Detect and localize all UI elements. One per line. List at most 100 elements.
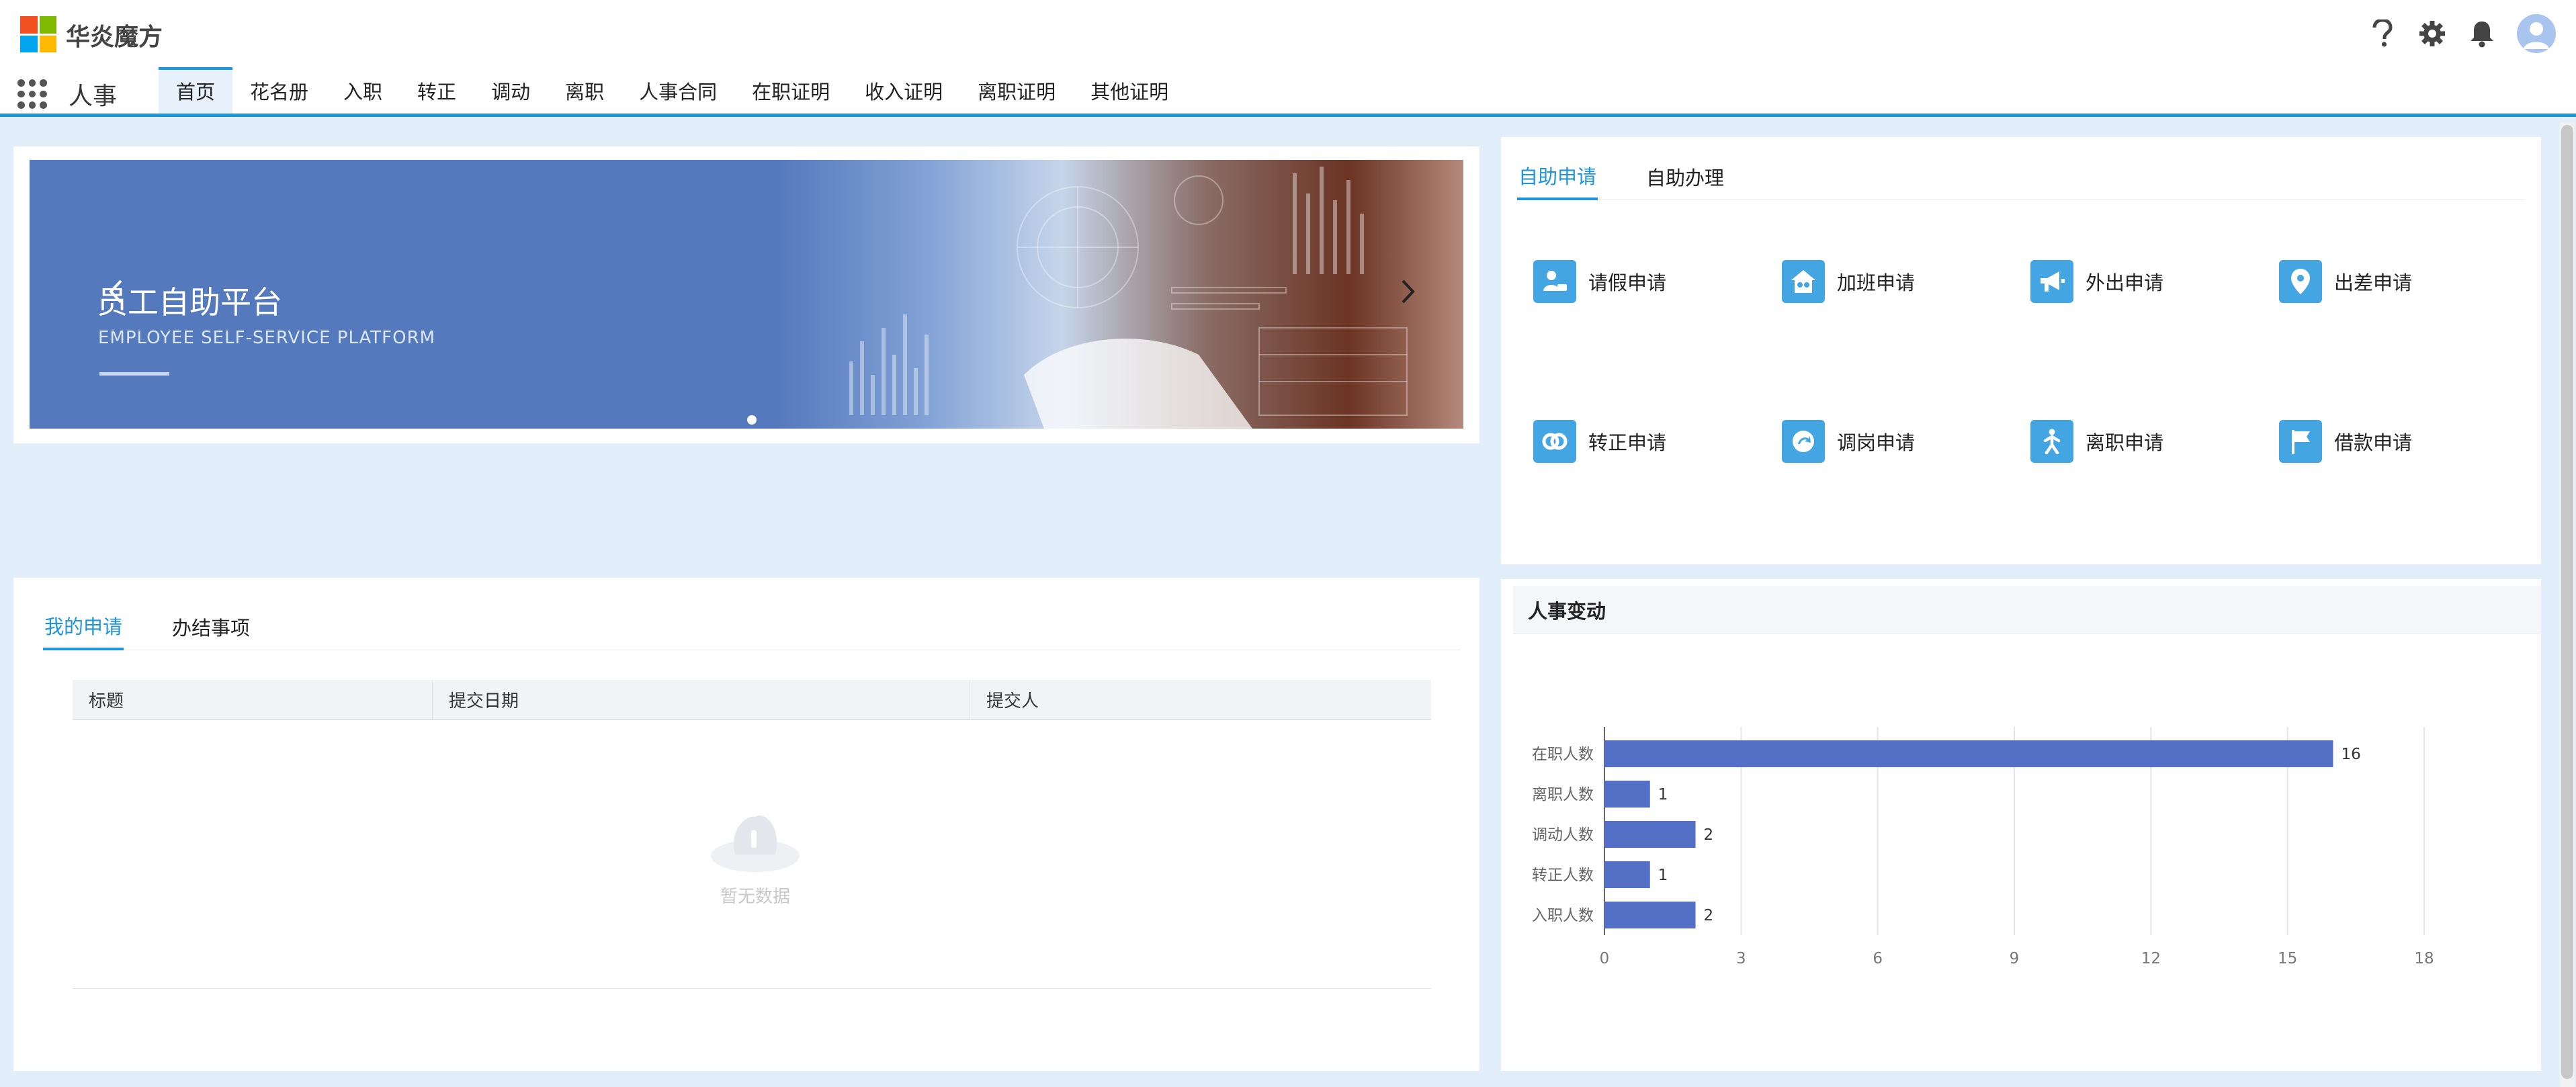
data-label: 16 [2341,746,2360,763]
nav-bar: 人事 首页 花名册 入职 转正 调动 离职 人事合同 在职证明 收入证明 离职证… [0,67,2576,117]
location-pin-icon [2279,260,2322,303]
walking-person-icon [2030,420,2073,463]
column-submit-date[interactable]: 提交日期 [433,680,970,719]
chevron-left-icon[interactable] [102,278,129,305]
bar [1604,821,1696,848]
megaphone-icon [2030,260,2073,303]
empty-box-icon [711,815,800,872]
x-tick-label: 9 [2010,950,2020,967]
table-body: 暂无数据 [73,720,1431,989]
app-overtime[interactable]: 加班申请 [1782,259,2030,304]
x-tick-label: 12 [2141,950,2161,967]
logo-square-red [20,16,38,34]
brand-name: 华炎魔方 [66,24,163,51]
data-label: 1 [1658,786,1668,803]
banner-subtitle: EMPLOYEE SELF-SERVICE PLATFORM [98,328,436,348]
x-tick-label: 3 [1736,950,1746,967]
chevron-right-icon[interactable] [1395,278,1422,305]
my-applications-card: 我的申请 办结事项 标题 提交日期 提交人 暂无数据 [13,578,1479,1071]
data-label: 2 [1704,907,1714,924]
nav-tab-resignation-cert[interactable]: 离职证明 [960,67,1073,114]
x-tick-label: 0 [1600,950,1610,967]
category-label: 在职人数 [1532,746,1594,763]
hr-changes-title: 人事变动 [1513,586,2541,634]
self-service-tabs: 自助申请 自助办理 [1517,153,2525,200]
carousel-dot[interactable] [747,415,757,425]
app-grid-icon[interactable] [17,79,47,109]
app-leave-label: 请假申请 [1588,271,1667,294]
nav-tab-roster[interactable]: 花名册 [232,67,326,114]
nav-tab-other-cert[interactable]: 其他证明 [1073,67,1186,114]
column-submitter[interactable]: 提交人 [970,680,1431,719]
hr-changes-card: 人事变动 0 3 6 9 12 15 18 在职人数 16 离职人数 1 调动人数 2 转正人数 1 入职人数… [1501,579,2541,1071]
help-icon[interactable] [2368,19,2397,48]
nav-tab-income-cert[interactable]: 收入证明 [847,67,960,114]
empty-state: 暂无数据 [708,801,802,908]
tab-self-apply[interactable]: 自助申请 [1517,153,1598,200]
app-transfer[interactable]: 调岗申请 [1782,419,2030,464]
bar [1604,902,1696,928]
app-leave[interactable]: 请假申请 [1533,259,1782,304]
banner-decoration [849,167,1408,429]
rings-icon [1533,420,1576,463]
app-overtime-label: 加班申请 [1837,271,1916,294]
nav-tab-employment-cert[interactable]: 在职证明 [734,67,847,114]
brand-logo-icon [20,16,56,52]
app-regularization-label: 转正申请 [1588,431,1667,454]
logo-square-yellow [39,35,56,52]
top-right-icons [2368,14,2556,53]
nav-tabs: 首页 花名册 入职 转正 调动 离职 人事合同 在职证明 收入证明 离职证明 其… [159,67,1186,114]
nav-tab-transfer[interactable]: 调动 [474,67,548,114]
bar [1604,781,1650,808]
app-regularization[interactable]: 转正申请 [1533,419,1782,464]
app-resignation-label: 离职申请 [2086,431,2164,454]
category-label: 转正人数 [1532,867,1594,884]
self-service-grid: 请假申请 加班申请 外出申请 出差申请 转正申请 调岗申请 离职申请 借款申请 [1533,259,2528,464]
category-label: 调动人数 [1532,826,1594,844]
app-outing[interactable]: 外出申请 [2030,259,2279,304]
flag-icon [2279,420,2322,463]
nav-tab-onboarding[interactable]: 入职 [326,67,400,114]
app-loan-label: 借款申请 [2334,431,2413,454]
app-business-trip-label: 出差申请 [2334,271,2413,294]
app-outing-label: 外出申请 [2086,271,2164,294]
data-label: 1 [1658,867,1668,884]
app-loan[interactable]: 借款申请 [2279,419,2528,464]
tab-self-handle[interactable]: 自助办理 [1645,153,1725,200]
category-label: 离职人数 [1532,786,1594,803]
applications-tabs: 我的申请 办结事项 [43,603,1461,650]
x-tick-label: 6 [1873,950,1883,967]
user-avatar[interactable] [2517,14,2556,53]
bar [1604,740,2333,767]
top-bar: 华炎魔方 [0,0,2576,67]
hr-changes-chart: 0 3 6 9 12 15 18 在职人数 16 离职人数 1 调动人数 2 转正人数 1 入职人数 2 [1532,727,2434,967]
banner-underline [99,372,169,376]
column-title[interactable]: 标题 [73,680,433,719]
banner-card: 员工自助平台 EMPLOYEE SELF-SERVICE PLATFORM [13,146,1479,443]
nav-tab-contract[interactable]: 人事合同 [621,67,734,114]
bell-icon[interactable] [2467,19,2497,48]
empty-text: 暂无数据 [720,887,790,907]
tab-my-applications[interactable]: 我的申请 [43,603,124,650]
scrollbar-thumb[interactable] [2561,125,2573,1079]
overtime-icon [1782,260,1825,303]
self-service-card: 自助申请 自助办理 请假申请 加班申请 外出申请 出差申请 转正申请 调岗申请 … [1501,137,2541,564]
app-business-trip[interactable]: 出差申请 [2279,259,2528,304]
logo-square-green [39,16,56,34]
app-transfer-label: 调岗申请 [1837,431,1916,454]
category-label: 入职人数 [1532,907,1594,924]
nav-tab-regularization[interactable]: 转正 [400,67,474,114]
nav-tab-home[interactable]: 首页 [159,67,233,114]
applications-table: 标题 提交日期 提交人 暂无数据 [73,680,1431,989]
nav-tab-resignation[interactable]: 离职 [548,67,621,114]
x-tick-label: 15 [2278,950,2297,967]
module-title: 人事 [69,83,118,110]
gear-icon[interactable] [2417,19,2447,48]
tab-completed-items[interactable]: 办结事项 [171,603,251,650]
banner-carousel[interactable]: 员工自助平台 EMPLOYEE SELF-SERVICE PLATFORM [30,160,1463,429]
app-resignation[interactable]: 离职申请 [2030,419,2279,464]
data-label: 2 [1704,826,1714,844]
x-tick-label: 18 [2414,950,2434,967]
logo-square-blue [20,35,38,52]
transfer-icon [1782,420,1825,463]
